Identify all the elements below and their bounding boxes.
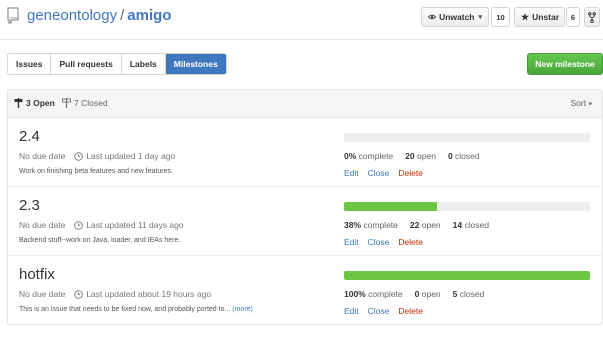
eye-icon xyxy=(428,14,437,20)
repo-header: geneontology / amigo Unwatch ▾ 10 ★ Unstar… xyxy=(0,0,603,40)
milestones-table: 3 Open 7 Closed Sort ▾ 2.4 No due date L… xyxy=(7,89,603,325)
star-icon: ★ xyxy=(521,11,530,22)
delete-link[interactable]: Delete xyxy=(398,168,423,178)
milestone-actions: Edit Close Delete xyxy=(344,168,432,178)
close-link[interactable]: Close xyxy=(368,237,390,247)
sort-label: Sort xyxy=(570,98,587,108)
clock-icon xyxy=(74,220,84,230)
repo-owner-link[interactable]: geneontology xyxy=(27,7,117,24)
milestone-description: This is an issue that needs to be fixed … xyxy=(19,306,253,313)
more-link[interactable]: (more) xyxy=(232,306,253,313)
progress-fill xyxy=(344,202,438,211)
milestone-row: hotfix No due date Last updated about 19… xyxy=(8,256,602,325)
close-link[interactable]: Close xyxy=(368,306,390,316)
caret-down-icon: ▾ xyxy=(588,101,592,108)
fork-button[interactable] xyxy=(584,7,600,27)
close-link[interactable]: Close xyxy=(368,168,390,178)
issues-subnav: Issues Pull requests Labels Milestones xyxy=(7,53,227,75)
repo-name-link[interactable]: amigo xyxy=(127,7,171,24)
clock-icon xyxy=(74,289,84,299)
milestone-stats: 100% complete 0 open 5 closed xyxy=(344,289,496,299)
repo-icon xyxy=(7,7,19,24)
milestone-stats: 38% complete 22 open 14 closed xyxy=(344,220,501,230)
tab-labels[interactable]: Labels xyxy=(121,54,166,74)
fork-icon xyxy=(588,11,596,23)
milestone-meta: No due date Last updated about 19 hours … xyxy=(19,289,211,299)
closed-issues-link[interactable]: 5 closed xyxy=(453,289,485,299)
due-date: No due date xyxy=(19,151,66,161)
milestone-title[interactable]: 2.4 xyxy=(19,128,40,145)
milestone-description: Work on finishing beta features and new … xyxy=(19,168,173,175)
milestone-description: Backend stuff--work on Java, loader, and… xyxy=(19,237,180,244)
progress-fill xyxy=(344,271,590,280)
edit-link[interactable]: Edit xyxy=(344,306,359,316)
closed-count-label: 7 Closed xyxy=(74,98,108,108)
due-date: No due date xyxy=(19,220,66,230)
unwatch-label: Unwatch xyxy=(439,12,475,22)
tab-milestones[interactable]: Milestones xyxy=(165,54,226,74)
percent-complete: 38% complete xyxy=(344,220,398,230)
last-updated: Last updated 1 day ago xyxy=(86,151,176,161)
last-updated: Last updated about 19 hours ago xyxy=(86,289,212,299)
open-issues-link[interactable]: 22 open xyxy=(410,220,441,230)
milestone-meta: No due date Last updated 1 day ago xyxy=(19,151,175,161)
caret-down-icon: ▾ xyxy=(478,14,482,21)
clock-icon xyxy=(74,151,84,161)
milestone-title[interactable]: 2.3 xyxy=(19,197,40,214)
open-count-label: 3 Open xyxy=(26,98,55,108)
milestone-icon xyxy=(14,98,23,108)
milestone-actions: Edit Close Delete xyxy=(344,306,432,316)
percent-complete: 0% complete xyxy=(344,151,394,161)
delete-link[interactable]: Delete xyxy=(398,306,423,316)
sort-dropdown[interactable]: Sort ▾ xyxy=(571,98,592,108)
tab-pull-requests[interactable]: Pull requests xyxy=(51,54,122,74)
edit-link[interactable]: Edit xyxy=(344,237,359,247)
milestone-stats: 0% complete 20 open 0 closed xyxy=(344,151,492,161)
milestone-description-text: Backend stuff--work on Java, loader, and… xyxy=(19,237,181,244)
last-updated: Last updated 11 days ago xyxy=(86,220,184,230)
milestones-table-header: 3 Open 7 Closed Sort ▾ xyxy=(8,90,602,118)
edit-link[interactable]: Edit xyxy=(344,168,359,178)
milestone-title[interactable]: hotfix xyxy=(19,266,55,283)
repo-separator: / xyxy=(120,7,125,24)
percent-complete: 100% complete xyxy=(344,289,403,299)
milestone-actions: Edit Close Delete xyxy=(344,237,432,247)
repo-title: geneontology / amigo xyxy=(27,7,171,24)
watchers-count[interactable]: 10 xyxy=(491,7,510,27)
open-milestones-filter[interactable]: 3 Open xyxy=(14,98,55,108)
new-milestone-button[interactable]: New milestone xyxy=(527,53,603,75)
stargazers-count[interactable]: 6 xyxy=(566,7,580,27)
tab-issues[interactable]: Issues xyxy=(8,54,52,74)
due-date: No due date xyxy=(19,289,66,299)
unstar-button[interactable]: ★ Unstar xyxy=(514,7,565,27)
unwatch-button[interactable]: Unwatch ▾ xyxy=(421,7,489,27)
unstar-label: Unstar xyxy=(532,12,560,22)
closed-milestones-filter[interactable]: 7 Closed xyxy=(62,98,108,108)
milestone-row: 2.4 No due date Last updated 1 day ago W… xyxy=(8,118,602,187)
progress-bar xyxy=(344,133,590,142)
closed-issues-link[interactable]: 14 closed xyxy=(453,220,489,230)
progress-bar xyxy=(344,202,590,211)
milestone-meta: No due date Last updated 11 days ago xyxy=(19,220,184,230)
progress-bar xyxy=(344,271,590,280)
milestone-description-text: Work on finishing beta features and new … xyxy=(19,168,173,175)
delete-link[interactable]: Delete xyxy=(398,237,423,247)
open-issues-link[interactable]: 20 open xyxy=(405,151,436,161)
open-issues-link[interactable]: 0 open xyxy=(415,289,441,299)
milestone-icon xyxy=(62,98,71,108)
milestone-description-text: This is an issue that needs to be fixed … xyxy=(19,306,231,313)
closed-issues-link[interactable]: 0 closed xyxy=(448,151,480,161)
milestone-row: 2.3 No due date Last updated 11 days ago… xyxy=(8,187,602,256)
